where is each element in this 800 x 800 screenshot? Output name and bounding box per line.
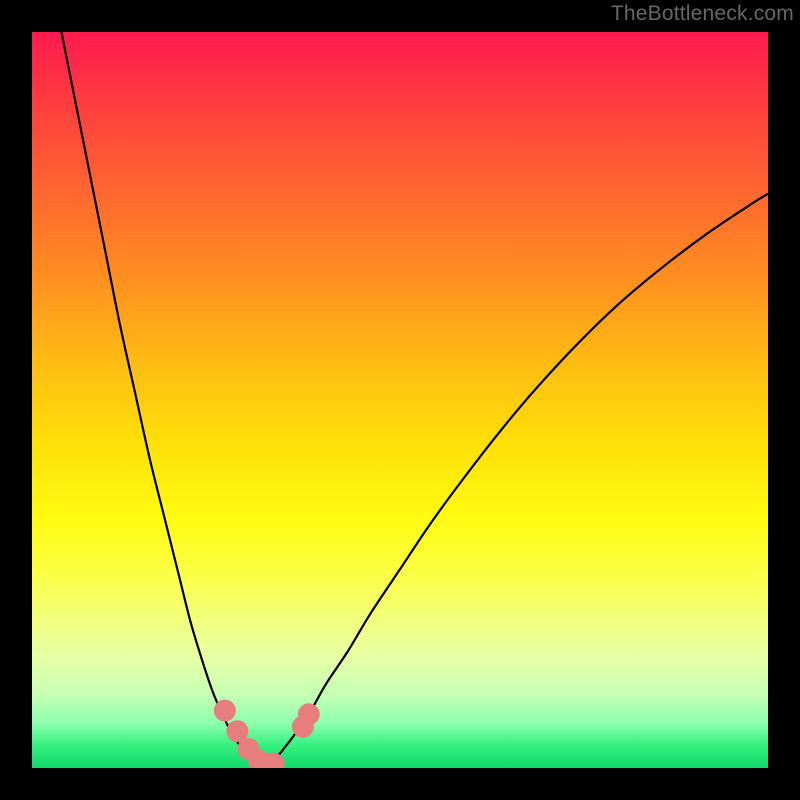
marker-dot [298,703,320,725]
chart-frame: TheBottleneck.com [0,0,800,800]
markers-layer [32,32,768,768]
marker-dot [214,700,236,722]
bottom-dots [214,700,320,768]
attribution-text: TheBottleneck.com [611,2,794,26]
